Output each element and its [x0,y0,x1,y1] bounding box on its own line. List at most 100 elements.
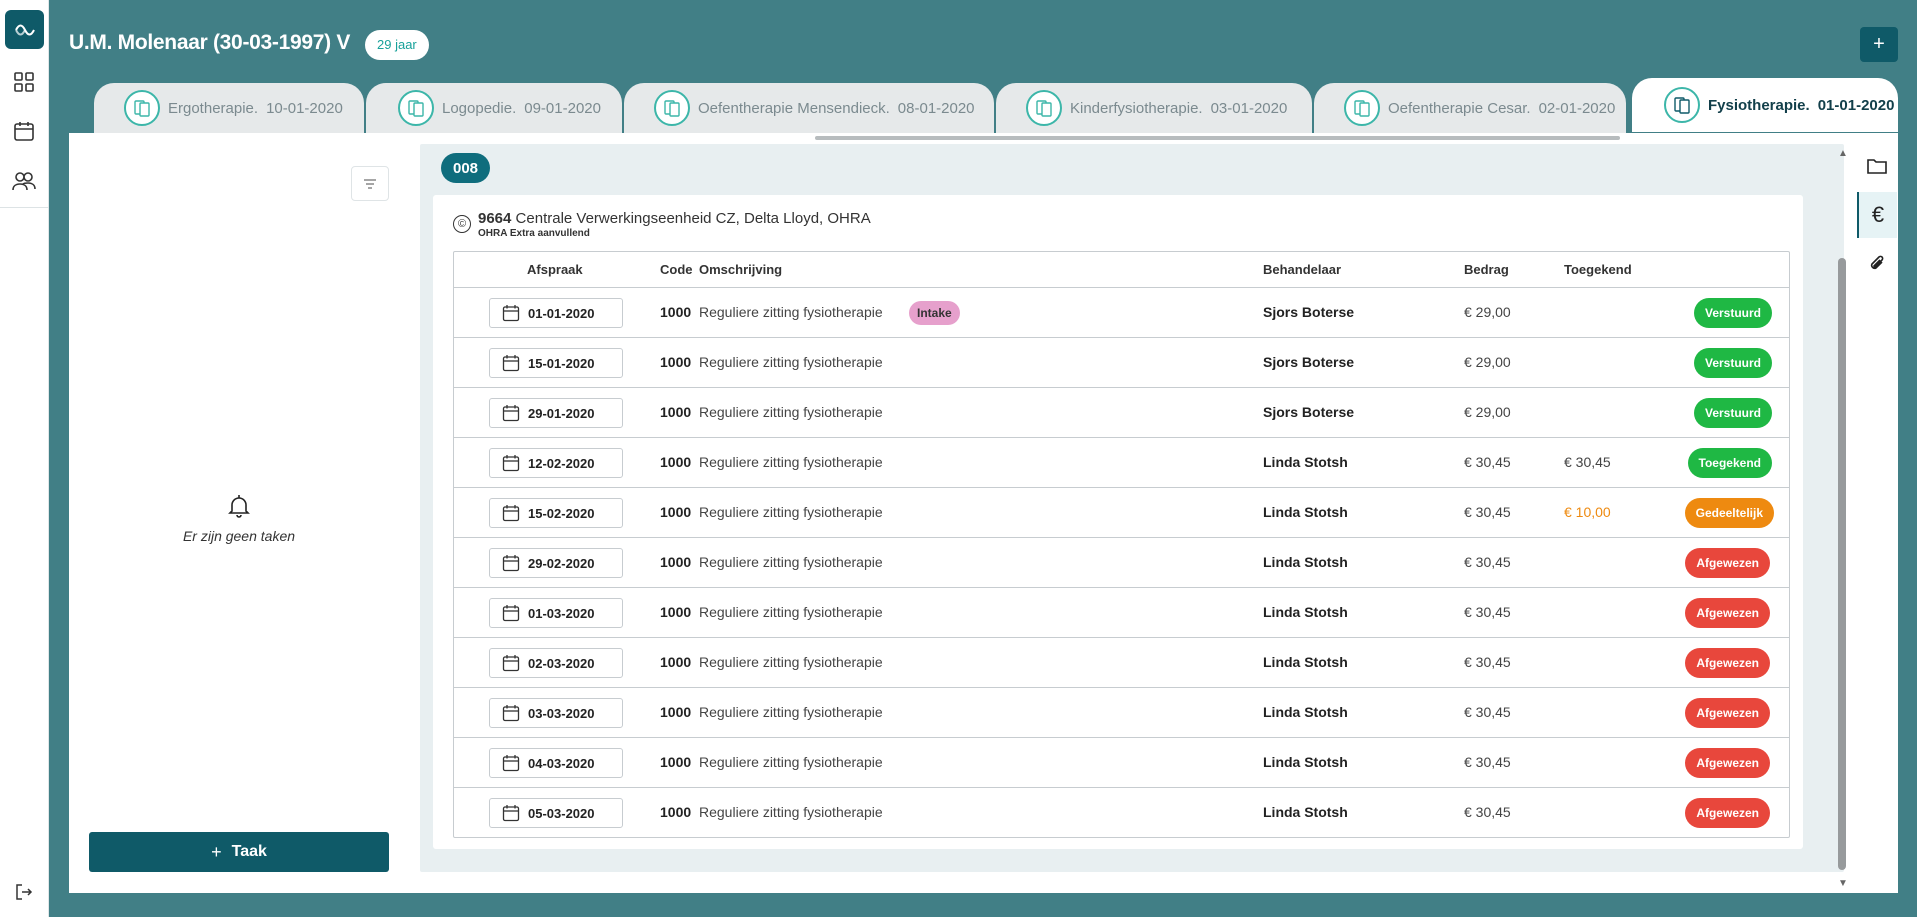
row-behandelaar: Linda Stotsh [1263,604,1348,620]
appointment-date: 04-03-2020 [528,755,595,771]
add-task-button[interactable]: + Taak [89,832,389,872]
row-bedrag: € 29,00 [1464,354,1511,370]
insurer-name: Centrale Verwerkingseenheid CZ, Delta Ll… [515,210,871,227]
tab-fysiotherapie[interactable]: Fysiotherapie. 01-01-2020 [1632,78,1898,132]
tab-logopedie[interactable]: Logopedie. 09-01-2020 [366,83,622,133]
col-omschrijving: Omschrijving [699,262,783,277]
row-toegekend: € 30,45 [1564,454,1611,470]
col-toegekend: Toegekend [1564,262,1632,277]
filter-icon [364,178,376,189]
tab-date: 02-01-2020 [1538,99,1616,117]
folder-icon[interactable] [1857,146,1897,186]
table-row[interactable]: 15-01-2020 1000 Reguliere zitting fysiothe… [454,338,1789,388]
tab-label: Oefentherapie Cesar. [1388,99,1531,117]
tab-label: Ergotherapie. [168,99,259,117]
invoice-number-badge[interactable]: 008 [441,153,490,183]
status-badge: Afgewezen [1685,648,1770,678]
calendar-icon [502,554,520,572]
calendar-icon [502,304,520,322]
add-button[interactable]: + [1860,27,1898,62]
appointment-date-button[interactable]: 15-02-2020 [489,498,623,528]
tab-oefentherapie-cesar[interactable]: Oefentherapie Cesar. 02-01-2020 [1314,83,1626,133]
calendar-icon [502,754,520,772]
row-behandelaar: Sjors Boterse [1263,404,1355,420]
appointment-date-button[interactable]: 15-01-2020 [489,348,623,378]
row-description: Reguliere zitting fysiotherapie [699,304,883,320]
table-row[interactable]: 29-01-2020 1000 Reguliere zitting fysiothe… [454,388,1789,438]
insurer-code: 9664 [478,210,512,227]
appointment-date: 12-02-2020 [528,455,595,471]
row-behandelaar: Linda Stotsh [1263,654,1348,670]
status-badge: Afgewezen [1685,698,1770,728]
row-behandelaar: Linda Stotsh [1263,504,1348,520]
appointment-date-button[interactable]: 01-03-2020 [489,598,623,628]
users-icon[interactable] [9,166,39,196]
status-badge: Afgewezen [1685,598,1770,628]
appointment-date-button[interactable]: 05-03-2020 [489,798,623,828]
scrollbar-thumb[interactable] [1838,258,1846,870]
appointment-date-button[interactable]: 04-03-2020 [489,748,623,778]
table-row[interactable]: 03-03-2020 1000 Reguliere zitting fysiothe… [454,688,1789,738]
table-row[interactable]: 01-03-2020 1000 Reguliere zitting fysiothe… [454,588,1789,638]
euro-icon[interactable]: € [1857,192,1897,238]
row-bedrag: € 30,45 [1464,504,1511,520]
appointment-date: 03-03-2020 [528,705,595,721]
row-description: Reguliere zitting fysiotherapie [699,504,883,520]
tab-kinderfysiotherapie[interactable]: Kinderfysiotherapie. 03-01-2020 [996,83,1312,133]
tabs-scrollbar[interactable] [815,136,1620,140]
calendar-icon[interactable] [9,116,39,146]
table-row[interactable]: 12-02-2020 1000 Reguliere zitting fysiothe… [454,438,1789,488]
tab-date: 08-01-2020 [897,99,975,117]
appointment-date-button[interactable]: 29-01-2020 [489,398,623,428]
table-row[interactable]: 15-02-2020 1000 Reguliere zitting fysiothe… [454,488,1789,538]
table-row[interactable]: 04-03-2020 1000 Reguliere zitting fysiothe… [454,738,1789,788]
document-icon [398,90,434,126]
row-description: Reguliere zitting fysiotherapie [699,604,883,620]
scroll-down-arrow[interactable]: ▼ [1838,878,1848,889]
appointment-date: 15-02-2020 [528,505,595,521]
paperclip-icon[interactable] [1857,244,1897,284]
appointment-date-button[interactable]: 12-02-2020 [489,448,623,478]
add-task-label: Taak [231,843,267,860]
tab-ergotherapie[interactable]: Ergotherapie. 10-01-2020 [94,83,364,133]
row-description: Reguliere zitting fysiotherapie [699,654,883,670]
patient-title: U.M. Molenaar (30-03-1997) V [69,31,351,54]
row-bedrag: € 30,45 [1464,704,1511,720]
scroll-up-arrow[interactable]: ▲ [1838,148,1848,159]
appointment-date-button[interactable]: 03-03-2020 [489,698,623,728]
intake-tag: Intake [909,301,960,325]
table-row[interactable]: 05-03-2020 1000 Reguliere zitting fysiothe… [454,788,1789,838]
row-behandelaar: Linda Stotsh [1263,704,1348,720]
app-logo-icon[interactable] [5,10,44,49]
appointment-date: 01-03-2020 [528,605,595,621]
row-code: 1000 [660,504,692,520]
content-scrollbar[interactable]: ▲ ▼ [1838,148,1848,890]
row-behandelaar: Linda Stotsh [1263,554,1348,570]
row-bedrag: € 30,45 [1464,604,1511,620]
row-description: Reguliere zitting fysiotherapie [699,804,883,820]
tab-oefentherapie-mensendieck[interactable]: Oefentherapie Mensendieck. 08-01-2020 [624,83,994,133]
insurer-line: 9664 Centrale Verwerkingseenheid CZ, Del… [478,210,871,227]
appointment-date-button[interactable]: 29-02-2020 [489,548,623,578]
filter-button[interactable] [351,166,389,201]
appointment-date-button[interactable]: 02-03-2020 [489,648,623,678]
dashboard-grid-icon[interactable] [9,67,39,97]
row-behandelaar: Sjors Boterse [1263,304,1355,320]
empty-tasks-text: Er zijn geen taken [182,528,296,544]
row-bedrag: € 30,45 [1464,454,1511,470]
appointment-date: 29-02-2020 [528,555,595,571]
row-behandelaar: Linda Stotsh [1263,804,1348,820]
invoice-table: Afspraak Code Omschrijving Behandelaar B… [453,251,1790,838]
tab-label: Logopedie. [442,99,517,117]
appointment-date: 15-01-2020 [528,355,595,371]
status-badge: Verstuurd [1693,298,1772,328]
appointment-date-button[interactable]: 01-01-2020 [489,298,623,328]
table-row[interactable]: 29-02-2020 1000 Reguliere zitting fysiothe… [454,538,1789,588]
table-row[interactable]: 01-01-2020 1000 Reguliere zitting fysiothe… [454,288,1789,338]
calendar-icon [502,354,520,372]
calendar-icon [502,454,520,472]
table-row[interactable]: 02-03-2020 1000 Reguliere zitting fysiothe… [454,638,1789,688]
appointment-date: 02-03-2020 [528,655,595,671]
appointment-date: 29-01-2020 [528,405,595,421]
logout-icon[interactable] [9,877,39,907]
